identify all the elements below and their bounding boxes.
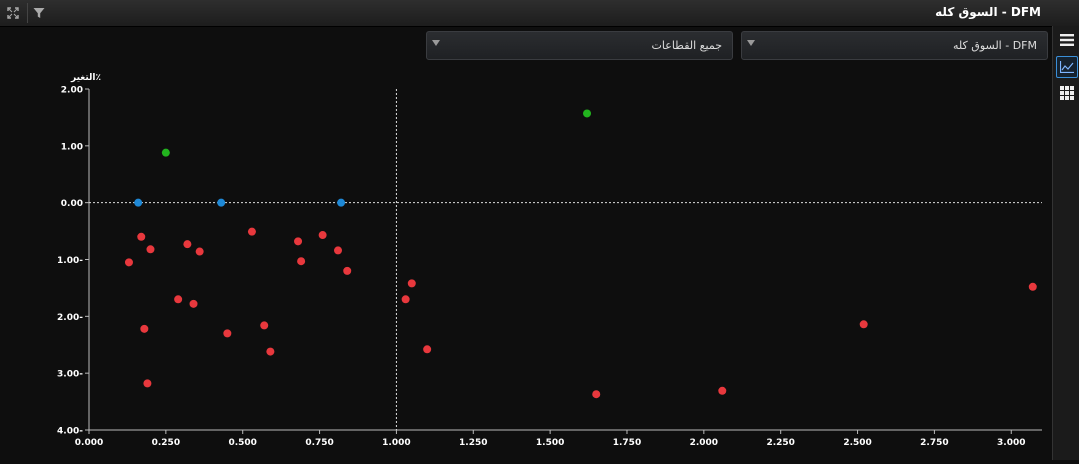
data-point	[174, 295, 183, 304]
data-point	[247, 227, 256, 236]
data-point	[294, 237, 303, 246]
data-point	[266, 347, 275, 356]
market-select-value: DFM - السوق كله	[953, 39, 1037, 52]
data-point	[217, 198, 226, 207]
x-tick-label: 1.000	[382, 438, 410, 448]
line-chart-icon[interactable]	[1056, 56, 1078, 78]
view-switcher	[1052, 26, 1079, 460]
window-title: DFM - السوق كله	[935, 5, 1041, 19]
data-point	[143, 379, 152, 388]
data-point	[318, 231, 327, 240]
market-select[interactable]: DFM - السوق كله	[741, 31, 1048, 60]
data-point	[137, 232, 146, 241]
y-tick-label: 2.00-	[57, 313, 83, 323]
data-point	[592, 390, 601, 399]
chevron-down-icon	[747, 40, 755, 46]
data-point	[183, 240, 192, 249]
data-point	[124, 258, 133, 267]
data-point	[718, 386, 727, 395]
filter-icon[interactable]	[29, 3, 49, 23]
x-tick-label: 1.750	[613, 438, 641, 448]
y-tick-label: 0.00	[61, 199, 83, 209]
x-tick-label: 1.250	[459, 438, 487, 448]
x-tick-label: 0.250	[152, 438, 180, 448]
sector-select[interactable]: جميع القطاعات	[426, 31, 733, 60]
toolbar-divider	[27, 3, 28, 23]
y-tick-label: 1.00	[61, 142, 83, 152]
data-point	[583, 109, 592, 118]
x-tick-label: 0.500	[228, 438, 256, 448]
data-point	[260, 321, 269, 330]
data-point	[161, 148, 170, 157]
title-bar: DFM - السوق كله	[0, 0, 1079, 27]
x-tick-label: 2.500	[843, 438, 871, 448]
sector-select-value: جميع القطاعات	[651, 39, 722, 52]
scatter-chart: 2.00 1.00 0.00 1.00- 2.00- 3.00- 4.00-0.000 0.2…	[57, 73, 1042, 448]
data-point	[223, 329, 232, 338]
y-tick-label: 1.00-	[57, 256, 83, 266]
x-tick-label: 1.500	[536, 438, 564, 448]
x-tick-label: 0.000	[75, 438, 103, 448]
list-icon[interactable]	[1056, 29, 1078, 51]
data-point	[423, 345, 432, 354]
data-point	[343, 266, 352, 275]
data-point	[859, 320, 868, 329]
data-point	[1028, 282, 1037, 291]
data-point	[146, 245, 155, 254]
y-tick-label: 2.00	[61, 86, 83, 96]
data-point	[134, 198, 143, 207]
x-tick-label: 0.750	[305, 438, 333, 448]
data-point	[140, 324, 149, 333]
y-tick-label: 3.00-	[57, 370, 83, 380]
x-tick-label: 2.750	[920, 438, 948, 448]
x-tick-label: 3.000	[997, 438, 1025, 448]
data-point	[195, 247, 204, 256]
data-point	[334, 246, 343, 255]
grid-icon[interactable]	[1056, 82, 1078, 104]
y-tick-label: 4.00-	[57, 427, 83, 437]
y-axis-label: التغير٪	[70, 73, 101, 83]
data-point	[337, 198, 346, 207]
chevron-down-icon	[432, 40, 440, 46]
x-tick-label: 2.000	[690, 438, 718, 448]
data-point	[297, 257, 306, 266]
data-point	[189, 299, 198, 308]
expand-icon[interactable]	[3, 3, 23, 23]
scatter-chart-area: 2.00 1.00 0.00 1.00- 2.00- 3.00- 4.00- 0.000 0.2…	[0, 60, 1050, 460]
data-point	[401, 295, 410, 304]
x-tick-label: 2.250	[766, 438, 794, 448]
data-point	[407, 279, 416, 288]
